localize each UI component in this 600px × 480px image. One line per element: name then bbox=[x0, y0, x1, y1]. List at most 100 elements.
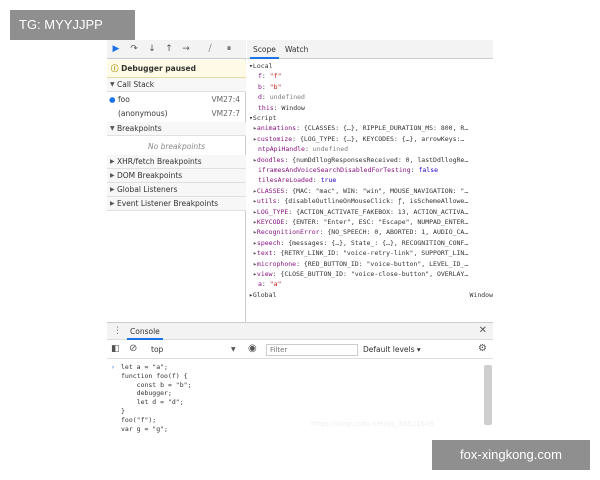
script-var[interactable]: tilesAreLoaded: true bbox=[249, 175, 495, 185]
tab-scope[interactable]: Scope bbox=[250, 40, 279, 59]
step-icon[interactable]: → bbox=[180, 43, 192, 55]
more-menu-icon[interactable]: ⋮ bbox=[113, 326, 122, 336]
console-toolbar: ◧ ⊘ top ▼ ◉ Default levels ▾ ⚙ bbox=[107, 341, 493, 359]
var-value: {RED_BUTTON_ID: "voice-button", LEVEL_ID… bbox=[303, 259, 469, 268]
global-value: Window bbox=[469, 291, 493, 299]
clear-console-icon[interactable]: ⊘ bbox=[129, 343, 137, 354]
console-scrollbar[interactable] bbox=[484, 365, 492, 425]
var-value: false bbox=[418, 166, 439, 174]
dom-breakpoints-header[interactable]: ▶ DOM Breakpoints bbox=[107, 169, 246, 183]
paused-label: Debugger paused bbox=[121, 64, 196, 73]
local-var[interactable]: d: undefined bbox=[249, 92, 495, 102]
eye-icon[interactable]: ◉ bbox=[248, 343, 257, 354]
console-header: ⋮ Console ✕ bbox=[107, 323, 493, 340]
scope-global-header[interactable]: ▸Global Window bbox=[249, 290, 495, 300]
script-var[interactable]: ▸KEYCODE: {ENTER: "Enter", ESC: "Escape"… bbox=[249, 217, 495, 227]
context-dropdown-icon[interactable]: ▼ bbox=[231, 341, 236, 359]
scope-label: Local bbox=[252, 62, 273, 70]
deactivate-breakpoints-icon[interactable]: ⧸ bbox=[204, 43, 216, 55]
local-var[interactable]: f: "f" bbox=[249, 71, 495, 81]
chevron-down-icon: ▼ bbox=[110, 125, 115, 132]
pause-on-exceptions-icon[interactable]: ⏸ bbox=[223, 43, 235, 55]
var-value: {disableOutlineOnMouseClick: ƒ, isScheme… bbox=[284, 197, 469, 206]
step-over-icon[interactable]: ↷ bbox=[128, 43, 140, 55]
script-var[interactable]: ▸CLASSES: {MAC: "mac", WIN: "win", MOUSE… bbox=[249, 186, 495, 196]
no-breakpoints-text: No breakpoints bbox=[147, 142, 205, 151]
var-key: CLASSES bbox=[256, 186, 285, 195]
section-label: XHR/fetch Breakpoints bbox=[117, 157, 202, 166]
var-value: {RETRY_LINK_ID: "voice-retry-link", SUPP… bbox=[280, 249, 469, 258]
scope-script-header[interactable]: ▾Script bbox=[249, 113, 495, 123]
call-frame-location: VM27:7 bbox=[211, 109, 240, 118]
var-key: KEYCODE bbox=[256, 218, 285, 226]
call-frame-location: VM27:4 bbox=[211, 95, 240, 104]
script-var[interactable]: a: "a" bbox=[249, 279, 495, 289]
close-icon[interactable]: ✕ bbox=[479, 325, 487, 336]
call-frame-anonymous[interactable]: (anonymous) VM27:7 bbox=[107, 107, 246, 121]
chevron-right-icon: ▶ bbox=[110, 158, 115, 165]
local-var[interactable]: this: Window bbox=[249, 103, 495, 113]
local-var[interactable]: b: "b" bbox=[249, 82, 495, 92]
chevron-right-icon: ▶ bbox=[110, 172, 115, 179]
log-levels-dropdown[interactable]: Default levels ▾ bbox=[363, 341, 421, 359]
step-out-icon[interactable]: ↑ bbox=[163, 43, 175, 55]
var-key: ntpApiHandle bbox=[258, 145, 305, 154]
script-var[interactable]: ▸microphone: {RED_BUTTON_ID: "voice-butt… bbox=[249, 259, 495, 269]
script-var[interactable]: ▸speech: {messages: {…}, State_: {…}, RE… bbox=[249, 238, 495, 248]
gear-icon[interactable]: ⚙ bbox=[478, 343, 487, 354]
scope-local-header[interactable]: ▾Local bbox=[249, 61, 495, 71]
call-stack-title: Call Stack bbox=[117, 80, 155, 89]
chevron-down-icon: ▼ bbox=[110, 81, 115, 88]
info-icon: ⓘ bbox=[111, 64, 122, 73]
scope-label: Global bbox=[252, 291, 277, 299]
script-var[interactable]: ▸view: {CLOSE_BUTTON_ID: "voice-close-bu… bbox=[249, 269, 495, 279]
var-key: speech bbox=[256, 238, 281, 247]
var-value: {ACTION_ACTIVATE_FAKEBOX: 13, ACTION_ACT… bbox=[296, 207, 469, 216]
var-value: {ENTER: "Enter", ESC: "Escape", NUMPAD_E… bbox=[292, 218, 469, 226]
console-input[interactable]: › let a = "a"; function foo(f) { const b … bbox=[107, 363, 482, 439]
script-var[interactable]: ▸RecognitionError: {NO_SPEECH: 0, ABORTE… bbox=[249, 227, 495, 237]
global-listeners-header[interactable]: ▶ Global Listeners bbox=[107, 183, 246, 197]
resume-icon[interactable]: ▶ bbox=[110, 43, 122, 55]
console-code-line: function foo(f) { bbox=[121, 371, 188, 380]
call-frame-name: foo bbox=[118, 95, 130, 104]
xhr-breakpoints-header[interactable]: ▶ XHR/fetch Breakpoints bbox=[107, 155, 246, 169]
scope-tree: ▾Local f: "f" b: "b" d: undefined this: Win… bbox=[249, 61, 493, 321]
context-selector[interactable]: top bbox=[151, 341, 163, 359]
step-into-icon[interactable]: ↓ bbox=[146, 43, 158, 55]
prompt-icon: › bbox=[111, 363, 115, 371]
call-frame-foo[interactable]: ● foo VM27:4 bbox=[107, 93, 246, 107]
tab-watch[interactable]: Watch bbox=[282, 40, 311, 59]
call-stack-header[interactable]: ▼ Call Stack bbox=[107, 78, 246, 92]
breakpoints-header[interactable]: ▼ Breakpoints bbox=[107, 122, 246, 136]
console-drawer: ⋮ Console ✕ ◧ ⊘ top ▼ ◉ Default levels ▾… bbox=[107, 322, 493, 440]
bottom-watermark: fox-xingkong.com bbox=[432, 440, 590, 470]
debugger-sidebar: ▶ ↷ ↓ ↑ → ⧸ ⏸ ⓘ Debugger paused ▼ Call S… bbox=[107, 40, 246, 322]
var-key: tilesAreLoaded bbox=[258, 176, 313, 185]
script-var[interactable]: ▸utils: {disableOutlineOnMouseClick: ƒ, … bbox=[249, 196, 495, 206]
script-var[interactable]: iframesAndVoiceSearchDisabledForTesting:… bbox=[249, 165, 495, 175]
chevron-right-icon: ▶ bbox=[110, 200, 115, 207]
call-frame-name: (anonymous) bbox=[118, 109, 168, 118]
console-code-line: var g = "g"; bbox=[121, 424, 168, 433]
script-var[interactable]: ▸text: {RETRY_LINK_ID: "voice-retry-link… bbox=[249, 248, 495, 258]
script-var[interactable]: ▸animations: {CLASSES: {…}, RIPPLE_DURAT… bbox=[249, 123, 495, 133]
script-var[interactable]: ntpApiHandle: undefined bbox=[249, 144, 495, 154]
var-value: true bbox=[320, 176, 337, 185]
sidebar-toggle-icon[interactable]: ◧ bbox=[111, 344, 120, 354]
var-value: {messages: {…}, State_: {…}, RECOGNITION… bbox=[288, 238, 469, 247]
script-var[interactable]: ▸doodles: {numDdllogResponsesReceived: 0… bbox=[249, 155, 495, 165]
var-key: text bbox=[256, 249, 273, 258]
var-key: LOG_TYPE bbox=[256, 207, 289, 216]
var-key: customize bbox=[256, 134, 293, 143]
var-key: doodles bbox=[256, 155, 285, 164]
var-value: "b" bbox=[269, 82, 282, 91]
var-key: utils bbox=[256, 197, 277, 206]
var-value: {NO_SPEECH: 0, ABORTED: 1, AUDIO_CA… bbox=[327, 228, 469, 237]
script-var[interactable]: ▸customize: {LOG_TYPE: {…}, KEYCODES: {…… bbox=[249, 134, 495, 144]
event-listener-breakpoints-header[interactable]: ▶ Event Listener Breakpoints bbox=[107, 197, 246, 211]
console-code-line: let a = "a"; bbox=[121, 363, 168, 371]
script-var[interactable]: ▸LOG_TYPE: {ACTION_ACTIVATE_FAKEBOX: 13,… bbox=[249, 207, 495, 217]
filter-input[interactable] bbox=[266, 344, 358, 356]
tab-console[interactable]: Console bbox=[127, 323, 163, 340]
